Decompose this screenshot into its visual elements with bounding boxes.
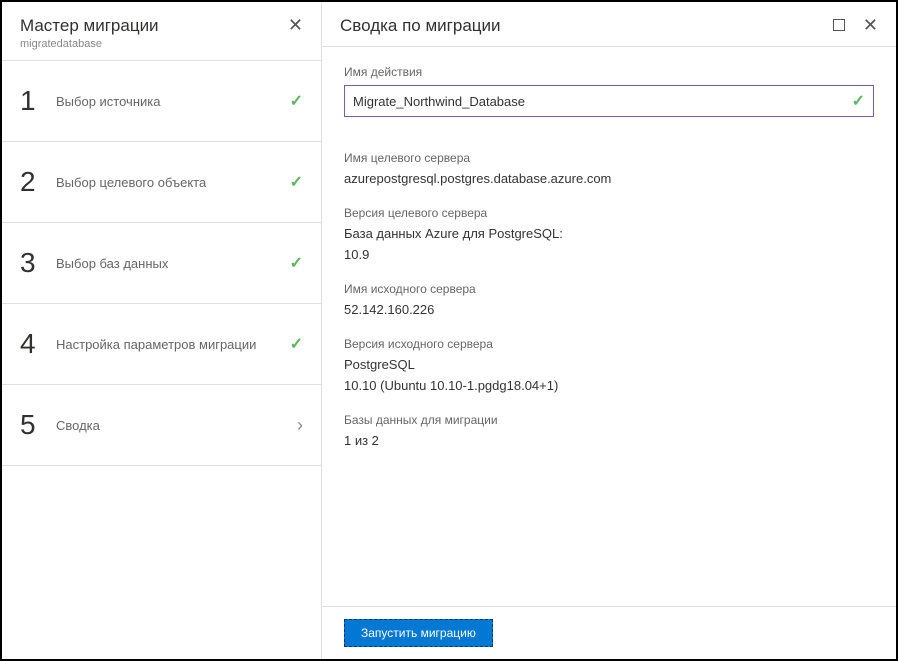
step-label: Выбор целевого объекта bbox=[56, 175, 290, 190]
action-name-field-wrapper[interactable]: ✓ bbox=[344, 85, 874, 117]
check-icon: ✓ bbox=[290, 253, 303, 273]
step-summary[interactable]: 5 Сводка › bbox=[2, 385, 321, 466]
wizard-subtitle: migratedatabase bbox=[20, 38, 159, 50]
check-icon: ✓ bbox=[290, 334, 303, 354]
action-name-input[interactable] bbox=[353, 94, 852, 109]
maximize-icon[interactable] bbox=[833, 19, 845, 31]
action-name-label: Имя действия bbox=[344, 65, 874, 79]
step-label: Сводка bbox=[56, 418, 297, 433]
step-number: 2 bbox=[20, 166, 56, 198]
close-icon[interactable]: ✕ bbox=[863, 16, 878, 34]
check-icon: ✓ bbox=[852, 91, 865, 111]
main-header: Сводка по миграции ✕ bbox=[322, 2, 896, 47]
wizard-title: Мастер миграции bbox=[20, 16, 159, 36]
step-number: 3 bbox=[20, 247, 56, 279]
footer: Запустить миграцию bbox=[322, 606, 896, 659]
target-server-value: azurepostgresql.postgres.database.azure.… bbox=[344, 171, 874, 186]
target-version-value-line2: 10.9 bbox=[344, 247, 874, 262]
target-version-value-line1: База данных Azure для PostgreSQL: bbox=[344, 226, 874, 241]
header-actions: ✕ bbox=[833, 16, 878, 34]
summary-body: Имя действия ✓ Имя целевого сервера azur… bbox=[322, 47, 896, 606]
source-server-value: 52.142.160.226 bbox=[344, 302, 874, 317]
source-server-label: Имя исходного сервера bbox=[344, 282, 874, 296]
step-label: Выбор источника bbox=[56, 94, 290, 109]
source-version-value-line1: PostgreSQL bbox=[344, 357, 874, 372]
sidebar-header: Мастер миграции migratedatabase ✕ bbox=[2, 2, 321, 61]
step-settings[interactable]: 4 Настройка параметров миграции ✓ bbox=[2, 304, 321, 385]
close-icon[interactable]: ✕ bbox=[288, 16, 303, 34]
source-version-label: Версия исходного сервера bbox=[344, 337, 874, 351]
databases-value: 1 из 2 bbox=[344, 433, 874, 448]
target-version-label: Версия целевого сервера bbox=[344, 206, 874, 220]
step-databases[interactable]: 3 Выбор баз данных ✓ bbox=[2, 223, 321, 304]
chevron-right-icon: › bbox=[297, 415, 303, 436]
page-title: Сводка по миграции bbox=[340, 16, 501, 36]
wizard-sidebar: Мастер миграции migratedatabase ✕ 1 Выбо… bbox=[2, 2, 322, 659]
source-version-value-line2: 10.10 (Ubuntu 10.10-1.pgdg18.04+1) bbox=[344, 378, 874, 393]
run-migration-button[interactable]: Запустить миграцию bbox=[344, 619, 493, 647]
step-number: 5 bbox=[20, 409, 56, 441]
step-number: 1 bbox=[20, 85, 56, 117]
target-server-label: Имя целевого сервера bbox=[344, 151, 874, 165]
step-label: Выбор баз данных bbox=[56, 256, 290, 271]
check-icon: ✓ bbox=[290, 91, 303, 111]
wizard-steps: 1 Выбор источника ✓ 2 Выбор целевого объ… bbox=[2, 61, 321, 466]
databases-label: Базы данных для миграции bbox=[344, 413, 874, 427]
step-source[interactable]: 1 Выбор источника ✓ bbox=[2, 61, 321, 142]
check-icon: ✓ bbox=[290, 172, 303, 192]
step-target[interactable]: 2 Выбор целевого объекта ✓ bbox=[2, 142, 321, 223]
step-number: 4 bbox=[20, 328, 56, 360]
step-label: Настройка параметров миграции bbox=[56, 337, 290, 352]
main-panel: Сводка по миграции ✕ Имя действия ✓ Имя … bbox=[322, 2, 896, 659]
